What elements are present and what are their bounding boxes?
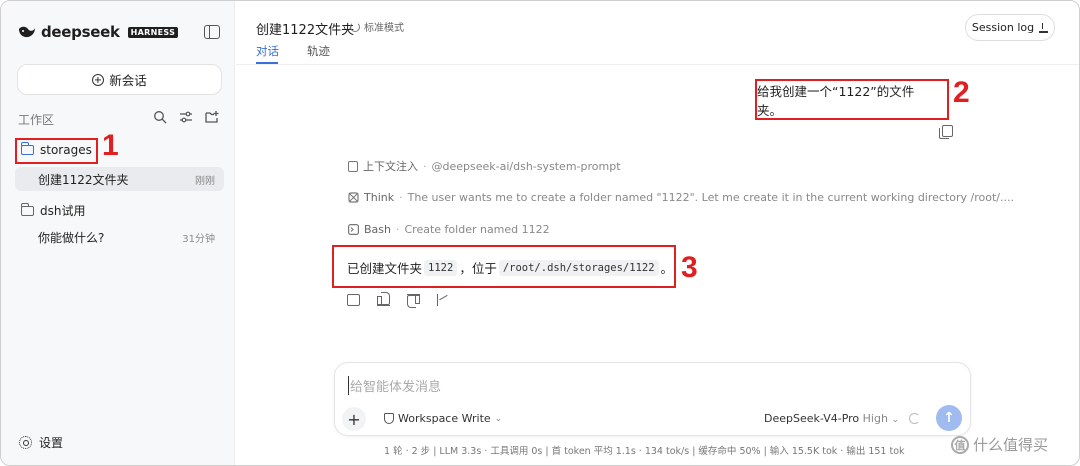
document-icon: [348, 160, 358, 172]
message-actions: [347, 292, 450, 306]
settings-button[interactable]: 设置: [19, 434, 63, 451]
step-think[interactable]: Think · The user wants me to create a fo…: [348, 191, 1014, 204]
step-detail: The user wants me to create a folder nam…: [407, 191, 1014, 204]
message-composer[interactable]: 给智能体发消息 + Workspace Write ⌄ DeepSeek-V4-…: [334, 362, 971, 436]
thumbs-up-icon[interactable]: [377, 292, 390, 306]
sidebar-toggle-icon[interactable]: [204, 25, 220, 39]
message-input[interactable]: 给智能体发消息: [348, 376, 441, 395]
shield-icon: [384, 413, 394, 424]
step-bash[interactable]: Bash · Create folder named 1122: [348, 223, 550, 236]
send-button[interactable]: ↑: [936, 405, 962, 431]
model-selector[interactable]: DeepSeek-V4-Pro High ⌄: [764, 412, 899, 425]
sidebar: deepseek HARNESS 新会话 工作区 storages 创建1122…: [1, 1, 235, 465]
step-detail: Create folder named 1122: [404, 223, 550, 236]
workspace-tools: [153, 110, 219, 124]
step-label: Think: [364, 191, 395, 204]
chat-item-what-can-you-do[interactable]: 你能做什么? 31分钟: [15, 225, 224, 249]
header-divider: [236, 64, 1079, 65]
model-level: High: [862, 412, 888, 425]
chat-item-create-1122[interactable]: 创建1122文件夹 刚刚: [15, 167, 224, 191]
new-chat-label: 新会话: [109, 73, 147, 88]
watermark: 值 什么值得买: [951, 434, 1048, 455]
annotation-box-2: [755, 79, 949, 120]
session-log-button[interactable]: Session log: [965, 14, 1055, 41]
app-window: deepseek HARNESS 新会话 工作区 storages 创建1122…: [0, 0, 1080, 466]
annotation-number-2: 2: [953, 76, 970, 109]
chevron-down-icon: ⌄: [891, 415, 899, 425]
mode-label: 标准模式: [364, 23, 404, 34]
whale-logo-icon: [19, 26, 35, 38]
tab-trajectory[interactable]: 轨迹: [307, 43, 330, 59]
plus-circle-icon: [92, 73, 105, 86]
chat-time: 刚刚: [195, 175, 215, 187]
step-label: Bash: [364, 223, 391, 236]
watermark-text: 什么值得买: [973, 436, 1049, 454]
thumbs-down-icon[interactable]: [407, 294, 420, 306]
chevron-down-icon: ⌄: [494, 413, 503, 424]
folder-icon: [20, 202, 34, 216]
run-stats: 1 轮 · 2 步 | LLM 3.3s · 工具调用 0s | 首 token…: [384, 446, 905, 457]
step-separator: ·: [423, 159, 427, 173]
filter-sliders-icon[interactable]: [179, 110, 193, 124]
branch-icon[interactable]: [437, 294, 450, 306]
page-title: 创建1122文件夹: [256, 23, 355, 38]
step-label: 上下文注入: [363, 160, 418, 173]
step-context-injection[interactable]: 上下文注入 · @deepseek-ai/dsh-system-prompt: [348, 158, 621, 174]
terminal-icon: [348, 224, 359, 235]
copy-message-icon[interactable]: [939, 125, 953, 139]
new-folder-icon[interactable]: [205, 110, 219, 124]
step-detail: @deepseek-ai/dsh-system-prompt: [431, 159, 621, 173]
chat-time: 31分钟: [182, 233, 215, 245]
download-icon: [1039, 22, 1049, 33]
arrow-up-icon: ↑: [943, 410, 955, 426]
folder-dsh-trial[interactable]: dsh试用: [20, 202, 86, 219]
watermark-logo: 值: [951, 435, 969, 454]
brand-logo[interactable]: deepseek HARNESS: [18, 23, 179, 41]
chat-title: 创建1122文件夹: [38, 172, 129, 187]
workspace-label: 工作区: [18, 113, 55, 127]
add-attachment-button[interactable]: +: [342, 407, 366, 431]
settings-label: 设置: [39, 436, 64, 450]
chat-title: 你能做什么?: [38, 230, 105, 245]
workspace-mode-dropdown[interactable]: Workspace Write ⌄: [384, 412, 502, 425]
brand-badge: HARNESS: [127, 26, 179, 38]
loading-icon: [909, 413, 920, 424]
model-name: DeepSeek-V4-Pro: [764, 412, 860, 425]
think-icon: [348, 192, 359, 203]
workspace-mode-label: Workspace Write: [398, 412, 491, 425]
annotation-number-1: 1: [102, 129, 119, 162]
step-separator: ·: [396, 223, 400, 236]
session-log-label: Session log: [971, 21, 1035, 34]
brand-name: deepseek: [41, 23, 120, 41]
gear-icon: [19, 436, 32, 449]
copy-icon[interactable]: [347, 294, 360, 306]
search-icon[interactable]: [153, 110, 167, 124]
tab-conversation[interactable]: 对话: [256, 43, 279, 59]
mode-indicator[interactable]: 标准模式: [350, 19, 404, 34]
mode-icon: [350, 21, 360, 32]
annotation-box-1: [15, 138, 98, 164]
plus-icon: +: [347, 409, 361, 429]
folder-name: dsh试用: [40, 204, 86, 218]
annotation-number-3: 3: [681, 251, 698, 284]
annotation-box-3: [332, 245, 676, 288]
new-chat-button[interactable]: 新会话: [17, 64, 222, 95]
step-separator: ·: [399, 191, 403, 204]
